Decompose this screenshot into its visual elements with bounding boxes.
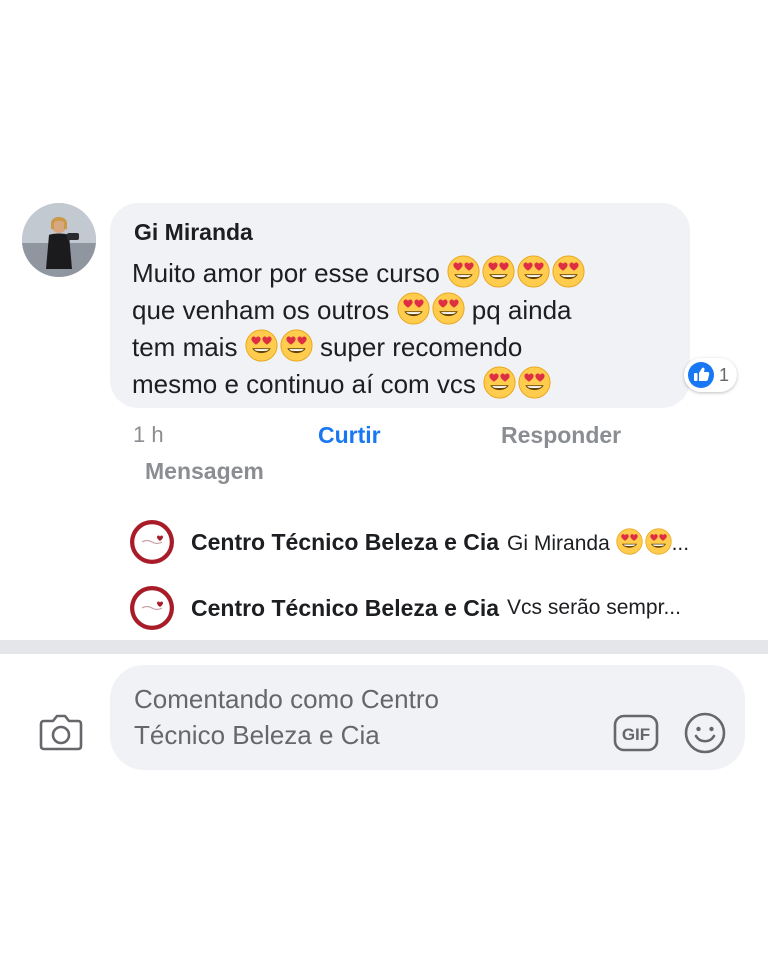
heart-eyes-emoji: [552, 255, 585, 288]
comment-text: Muito amor por esse curso que venham os …: [132, 255, 672, 403]
heart-eyes-emoji: [483, 366, 516, 399]
heart-eyes-emoji: [616, 528, 643, 555]
comment-line-4: mesmo e continuo aí com vcs: [132, 366, 672, 403]
reply-text: Vcs serão sempr...: [507, 596, 681, 619]
heart-eyes-emoji: [432, 292, 465, 325]
comment-bubble: Gi Miranda Muito amor por esse curso que…: [110, 203, 690, 408]
heart-eyes-emoji: [280, 329, 313, 362]
gif-icon[interactable]: GIF: [613, 714, 659, 752]
page-avatar: [130, 586, 174, 630]
heart-eyes-emoji: [517, 255, 550, 288]
smiley-icon[interactable]: [683, 711, 727, 755]
comment-author[interactable]: Gi Miranda: [134, 219, 253, 246]
commenter-avatar[interactable]: [22, 203, 96, 277]
comment-time: 1 h: [133, 422, 164, 447]
heart-eyes-emoji: [482, 255, 515, 288]
reply-item[interactable]: Centro Técnico Beleza e Cia Gi Miranda .…: [130, 518, 750, 566]
reply-item[interactable]: Centro Técnico Beleza e Cia Vcs serão se…: [130, 584, 750, 632]
reaction-summary[interactable]: 1: [684, 358, 738, 392]
heart-eyes-emoji: [397, 292, 430, 325]
page-avatar: [130, 520, 174, 564]
reply-button[interactable]: Responder: [501, 422, 621, 449]
message-button[interactable]: Mensagem: [145, 458, 264, 485]
svg-text:GIF: GIF: [622, 725, 650, 744]
comment-line-1: Muito amor por esse curso: [132, 255, 672, 292]
comment-line-3: tem mais super recomendo: [132, 329, 672, 366]
reply-author[interactable]: Centro Técnico Beleza e Cia: [191, 595, 499, 622]
section-divider: [0, 640, 768, 654]
heart-eyes-emoji: [645, 528, 672, 555]
like-icon: [688, 362, 714, 388]
heart-eyes-emoji: [518, 366, 551, 399]
heart-eyes-emoji: [245, 329, 278, 362]
reaction-count: 1: [719, 364, 730, 385]
reply-author[interactable]: Centro Técnico Beleza e Cia: [191, 529, 499, 556]
heart-eyes-emoji: [447, 255, 480, 288]
reply-text: Gi Miranda ...: [507, 528, 689, 556]
comment-line-2: que venham os outros pq ainda: [132, 292, 672, 329]
like-button[interactable]: Curtir: [318, 422, 381, 449]
camera-icon[interactable]: [38, 710, 84, 754]
